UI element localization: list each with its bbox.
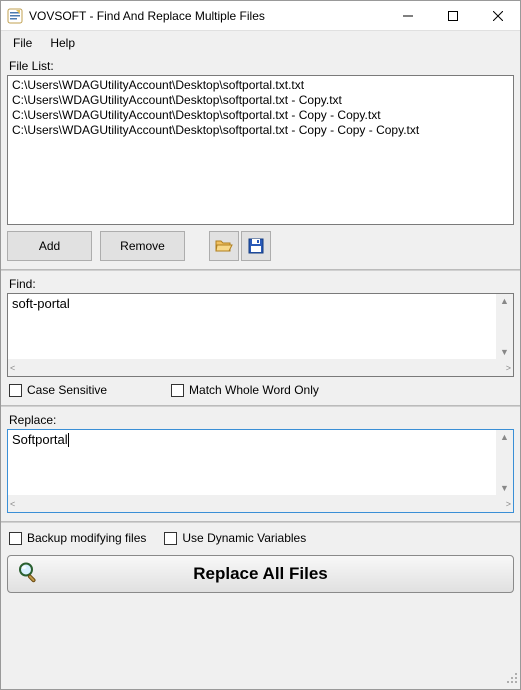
- text-caret: [68, 433, 69, 447]
- backup-label: Backup modifying files: [27, 531, 146, 545]
- scroll-right-icon[interactable]: >: [504, 361, 513, 375]
- filelist-item[interactable]: C:\Users\WDAGUtilityAccount\Desktop\soft…: [12, 93, 509, 108]
- titlebar: VOVSOFT - Find And Replace Multiple File…: [1, 1, 520, 31]
- match-whole-checkbox[interactable]: Match Whole Word Only: [171, 383, 319, 397]
- save-button[interactable]: [241, 231, 271, 261]
- resize-grip[interactable]: [505, 671, 519, 688]
- filelist-box[interactable]: C:\Users\WDAGUtilityAccount\Desktop\soft…: [7, 75, 514, 225]
- open-folder-button[interactable]: [209, 231, 239, 261]
- minimize-button[interactable]: [385, 1, 430, 31]
- menubar: File Help: [1, 31, 520, 55]
- filelist-buttons: Add Remove: [7, 225, 514, 267]
- filelist-item[interactable]: C:\Users\WDAGUtilityAccount\Desktop\soft…: [12, 78, 509, 93]
- checkbox-icon: [164, 532, 177, 545]
- divider: [1, 269, 520, 271]
- scroll-left-icon[interactable]: <: [8, 497, 17, 511]
- dynamic-vars-checkbox[interactable]: Use Dynamic Variables: [164, 531, 306, 545]
- replace-text[interactable]: Softportal: [8, 430, 513, 490]
- case-sensitive-label: Case Sensitive: [27, 383, 107, 397]
- find-vscroll[interactable]: ▲ ▼: [496, 294, 513, 359]
- filelist-item[interactable]: C:\Users\WDAGUtilityAccount\Desktop\soft…: [12, 108, 509, 123]
- app-icon: [7, 8, 23, 24]
- scroll-left-icon[interactable]: <: [8, 361, 17, 375]
- close-button[interactable]: [475, 1, 520, 31]
- scroll-down-icon[interactable]: ▼: [498, 345, 511, 359]
- window-title: VOVSOFT - Find And Replace Multiple File…: [29, 9, 385, 23]
- divider: [1, 521, 520, 523]
- replace-vscroll[interactable]: ▲ ▼: [496, 430, 513, 495]
- match-whole-label: Match Whole Word Only: [189, 383, 319, 397]
- replace-input[interactable]: Softportal ▲ ▼ < >: [7, 429, 514, 513]
- find-input[interactable]: soft-portal ▲ ▼ < >: [7, 293, 514, 377]
- replace-hscroll[interactable]: < >: [8, 495, 513, 512]
- menu-file[interactable]: File: [5, 34, 40, 52]
- maximize-button[interactable]: [430, 1, 475, 31]
- add-button[interactable]: Add: [7, 231, 92, 261]
- scroll-up-icon[interactable]: ▲: [498, 294, 511, 308]
- replace-all-label: Replace All Files: [193, 564, 327, 584]
- find-label: Find:: [7, 273, 514, 293]
- scroll-down-icon[interactable]: ▼: [498, 481, 511, 495]
- checkbox-icon: [9, 532, 22, 545]
- backup-checkbox[interactable]: Backup modifying files: [9, 531, 146, 545]
- replace-label: Replace:: [7, 409, 514, 429]
- replace-all-button[interactable]: Replace All Files: [7, 555, 514, 593]
- find-text[interactable]: soft-portal: [8, 294, 513, 354]
- scroll-right-icon[interactable]: >: [504, 497, 513, 511]
- find-hscroll[interactable]: < >: [8, 359, 513, 376]
- filelist-item[interactable]: C:\Users\WDAGUtilityAccount\Desktop\soft…: [12, 123, 509, 138]
- filelist-label: File List:: [7, 55, 514, 75]
- remove-button[interactable]: Remove: [100, 231, 185, 261]
- checkbox-icon: [9, 384, 22, 397]
- dynamic-vars-label: Use Dynamic Variables: [182, 531, 306, 545]
- menu-help[interactable]: Help: [42, 34, 83, 52]
- magnifier-icon: [16, 560, 40, 589]
- scroll-up-icon[interactable]: ▲: [498, 430, 511, 444]
- checkbox-icon: [171, 384, 184, 397]
- divider: [1, 405, 520, 407]
- case-sensitive-checkbox[interactable]: Case Sensitive: [9, 383, 107, 397]
